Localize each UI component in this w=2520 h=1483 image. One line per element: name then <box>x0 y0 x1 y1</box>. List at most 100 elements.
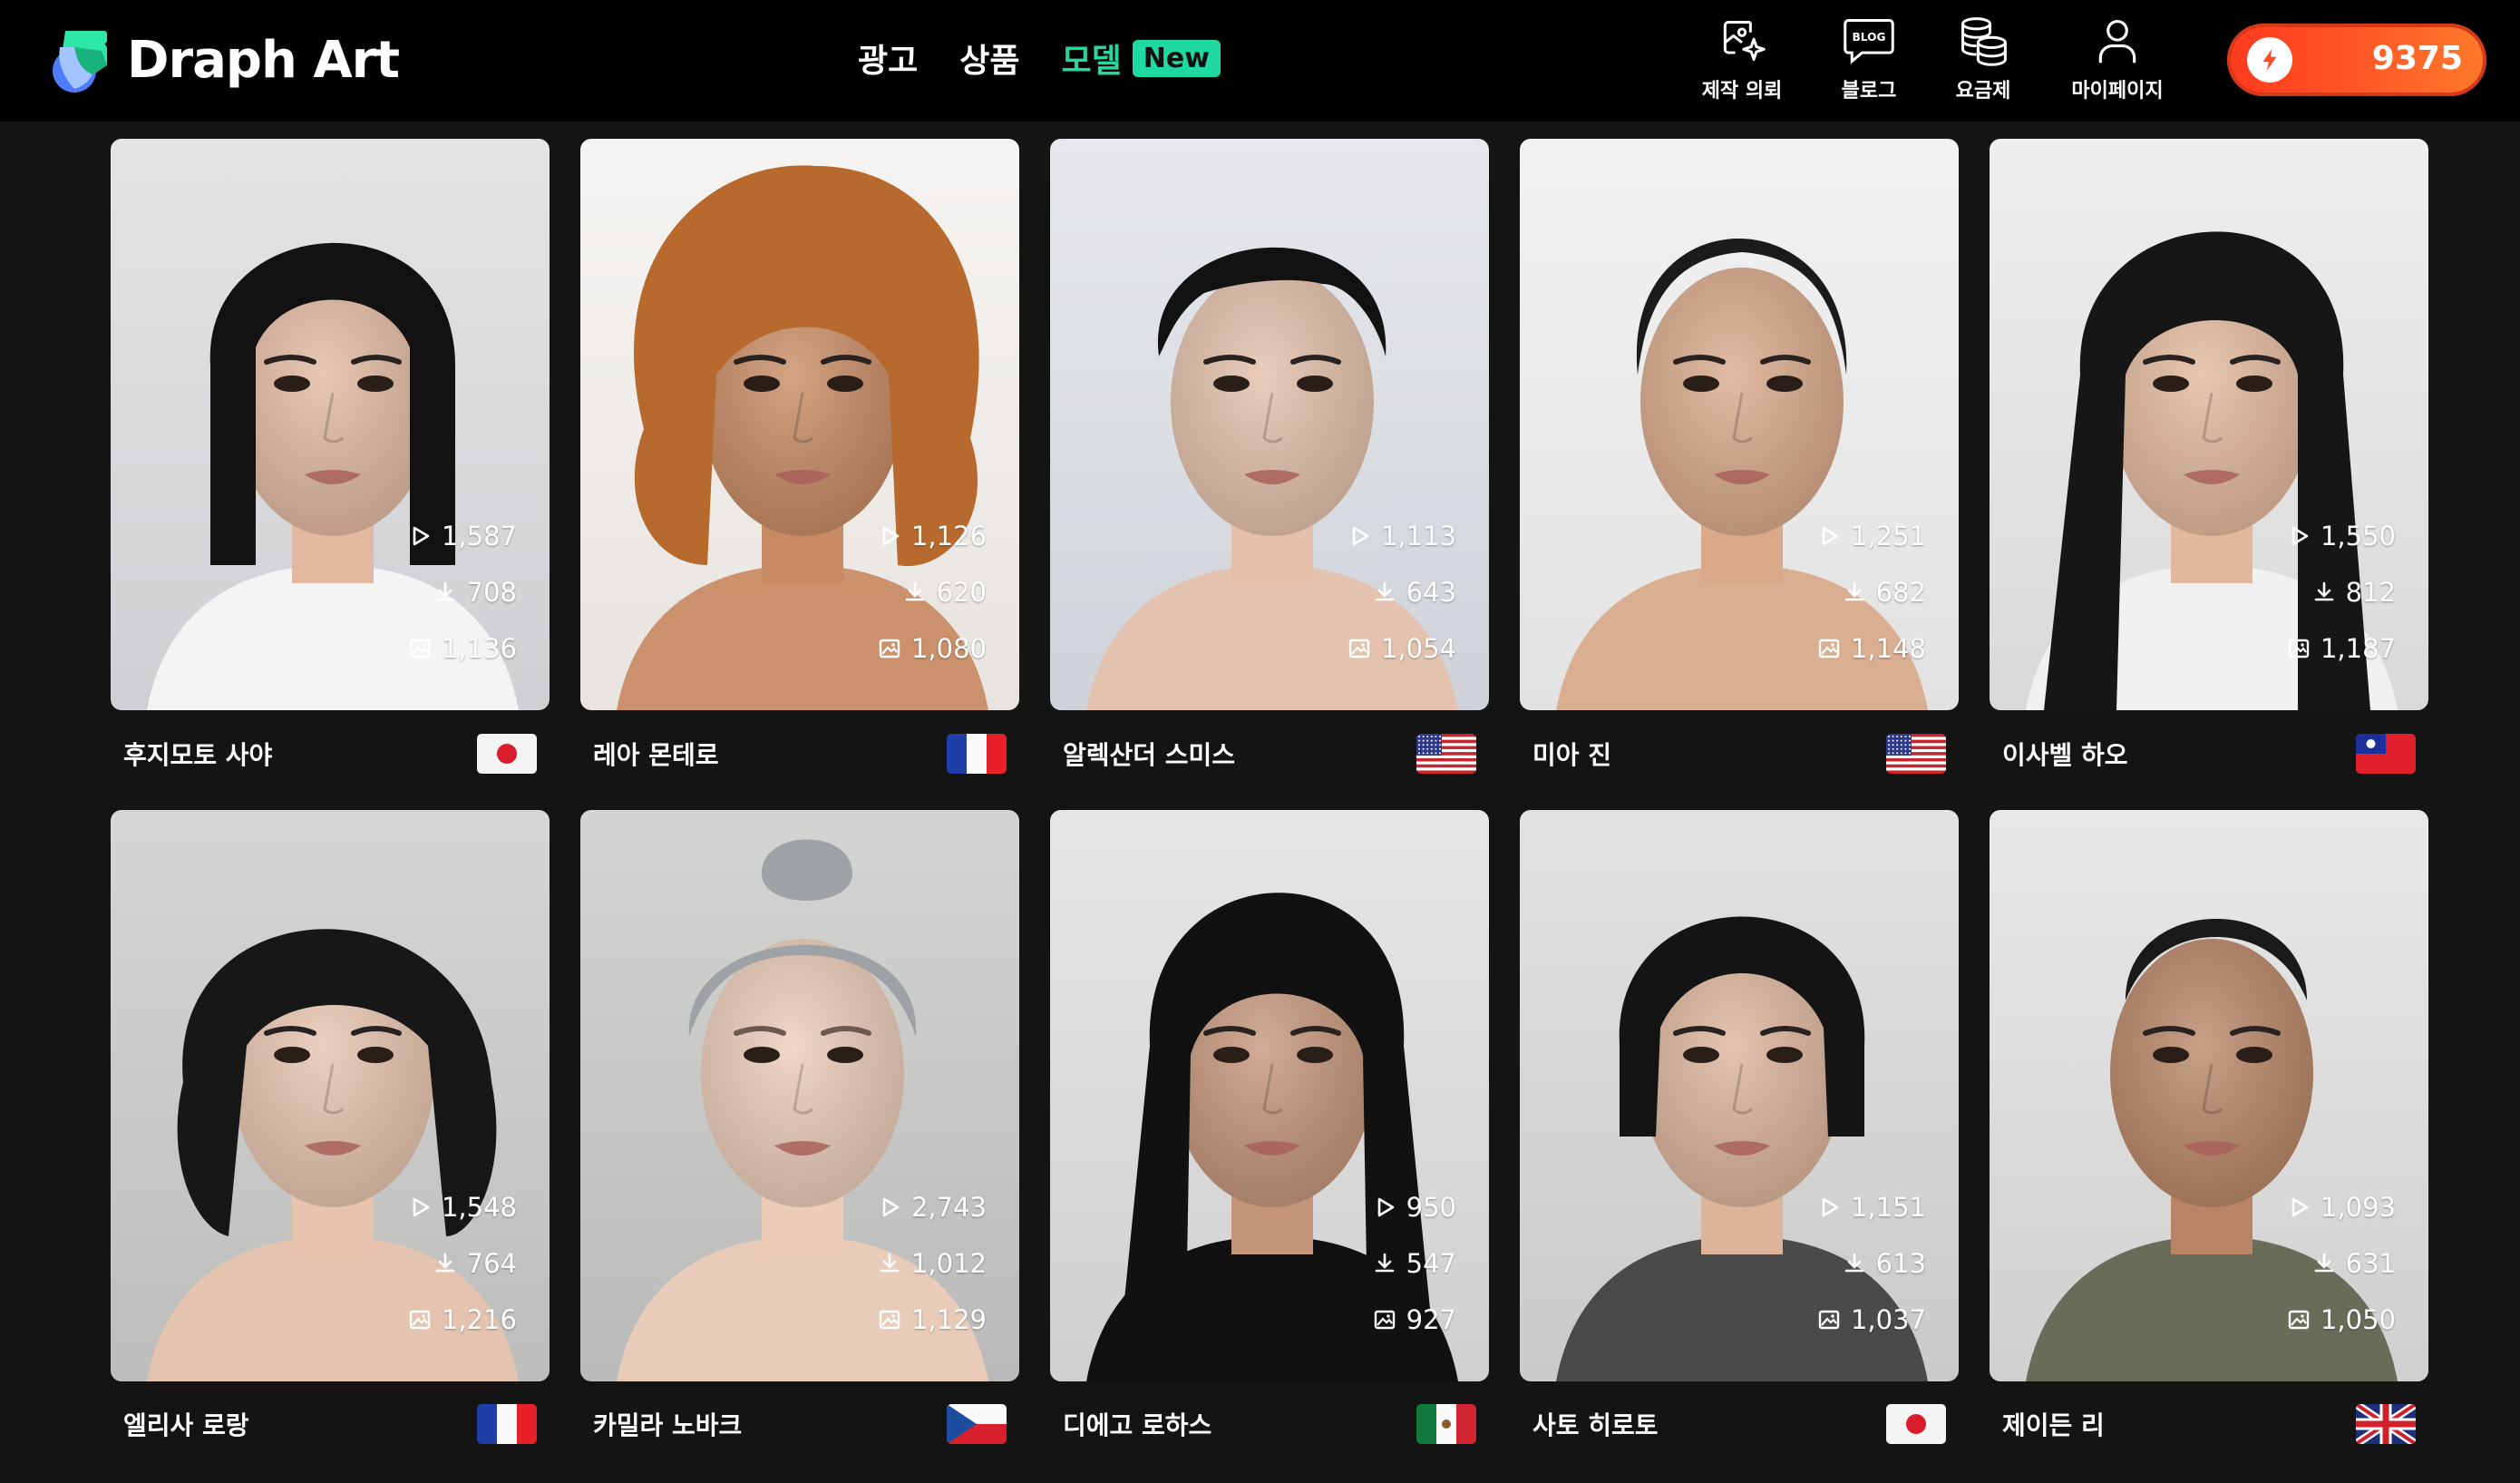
images-stat: 1,054 <box>1347 632 1456 665</box>
download-icon <box>902 580 928 605</box>
model-card[interactable]: 1,550 812 1,187 <box>1990 139 2428 710</box>
model-stats: 1,550 812 1,187 <box>2251 520 2396 665</box>
nav-ads[interactable]: 광고 <box>858 34 918 82</box>
model-stats: 1,251 682 1,148 <box>1781 520 1926 665</box>
pricing-label: 요금제 <box>1955 80 2011 102</box>
image-icon <box>407 636 433 661</box>
model-caption[interactable]: 이사벨 하오 <box>1990 728 2428 779</box>
image-icon <box>877 636 902 661</box>
plays-stat: 1,550 <box>2286 520 2396 552</box>
user-icon <box>2090 13 2145 69</box>
model-card[interactable]: 1,126 620 1,080 <box>580 139 1019 710</box>
blog-button[interactable]: BLOG 블로그 <box>1810 13 1928 109</box>
pricing-button[interactable]: 요금제 <box>1924 13 2042 109</box>
usa-flag-icon <box>1886 734 1946 774</box>
play-icon <box>877 1195 902 1220</box>
plays-stat: 1,151 <box>1816 1191 1926 1224</box>
new-badge: New <box>1132 39 1221 77</box>
model-name: 엘리사 로랑 <box>123 1410 249 1440</box>
downloads-stat: 643 <box>1372 576 1456 609</box>
brand-name: Draph Art <box>127 30 400 90</box>
images-stat: 927 <box>1372 1303 1456 1336</box>
model-card[interactable]: 1,093 631 1,050 <box>1990 810 2428 1381</box>
images-count: 1,216 <box>441 1304 517 1335</box>
image-icon <box>2286 1307 2311 1332</box>
download-icon <box>1842 580 1867 605</box>
image-icon <box>407 1307 433 1332</box>
model-card[interactable]: 1,587 708 1,136 <box>111 139 550 710</box>
model-card[interactable]: 950 547 927 <box>1050 810 1489 1381</box>
model-caption[interactable]: 사토 히로토 <box>1520 1399 1959 1449</box>
model-card[interactable]: 1,251 682 1,148 <box>1520 139 1959 710</box>
model-caption[interactable]: 알렉산더 스미스 <box>1050 728 1489 779</box>
model-name: 레아 몬테로 <box>593 740 719 770</box>
model-stats: 1,113 643 1,054 <box>1311 520 1456 665</box>
image-icon <box>1816 636 1842 661</box>
plays-count: 1,126 <box>910 521 987 551</box>
images-stat: 1,187 <box>2286 632 2396 665</box>
model-stats: 950 547 927 <box>1311 1191 1456 1336</box>
model-caption[interactable]: 후지모토 사야 <box>111 728 550 779</box>
downloads-count: 812 <box>2345 577 2396 608</box>
downloads-count: 708 <box>466 577 517 608</box>
image-icon <box>877 1307 902 1332</box>
images-stat: 1,129 <box>877 1303 987 1336</box>
play-icon <box>407 523 433 549</box>
plays-stat: 1,113 <box>1347 520 1456 552</box>
blog-label: 블로그 <box>1841 80 1897 102</box>
plays-stat: 1,587 <box>407 520 517 552</box>
request-production-button[interactable]: 제작 의뢰 <box>1683 13 1801 109</box>
mypage-button[interactable]: 마이페이지 <box>2058 13 2176 109</box>
model-caption[interactable]: 제이든 리 <box>1990 1399 2428 1449</box>
download-icon <box>1372 580 1397 605</box>
japan-flag-icon <box>477 734 537 774</box>
image-icon <box>1816 1307 1842 1332</box>
coins-icon <box>1956 13 2010 69</box>
model-stats: 1,151 613 1,037 <box>1781 1191 1926 1336</box>
model-caption[interactable]: 디에고 로하스 <box>1050 1399 1489 1449</box>
model-card[interactable]: 1,113 643 1,054 <box>1050 139 1489 710</box>
model-card[interactable]: 2,743 1,012 1,129 <box>580 810 1019 1381</box>
nav-models[interactable]: 모델 New <box>1062 34 1221 82</box>
model-caption[interactable]: 엘리사 로랑 <box>111 1399 550 1449</box>
play-icon <box>877 523 902 549</box>
credit-balance-button[interactable]: 9375 <box>2227 24 2486 96</box>
model-caption[interactable]: 미아 진 <box>1520 728 1959 779</box>
model-card[interactable]: 1,151 613 1,037 <box>1520 810 1959 1381</box>
model-caption[interactable]: 레아 몬테로 <box>580 728 1019 779</box>
image-icon <box>1372 1307 1397 1332</box>
plays-stat: 2,743 <box>877 1191 987 1224</box>
model-stats: 1,126 620 1,080 <box>842 520 987 665</box>
model-name: 이사벨 하오 <box>2002 740 2128 770</box>
images-count: 1,148 <box>1850 633 1926 664</box>
downloads-stat: 708 <box>433 576 517 609</box>
plays-count: 1,550 <box>2320 521 2396 551</box>
plays-count: 950 <box>1406 1192 1456 1223</box>
plays-count: 1,548 <box>441 1192 517 1223</box>
nav-products[interactable]: 상품 <box>959 34 1019 82</box>
nav-models-label: 모델 <box>1061 43 1122 80</box>
france-flag-icon <box>477 1404 537 1444</box>
download-icon <box>433 1251 458 1276</box>
downloads-stat: 547 <box>1372 1247 1456 1280</box>
downloads-stat: 1,012 <box>877 1247 987 1280</box>
top-navigation-bar: Draph Art 광고 상품 모델 New 제작 의뢰 BLOG 블로그 요금… <box>0 0 2520 122</box>
downloads-stat: 631 <box>2311 1247 2396 1280</box>
model-caption[interactable]: 카밀라 노바크 <box>580 1399 1019 1449</box>
download-icon <box>2311 580 2337 605</box>
plays-count: 1,151 <box>1850 1192 1926 1223</box>
plays-stat: 1,126 <box>877 520 987 552</box>
images-count: 1,129 <box>910 1304 987 1335</box>
model-name: 사토 히로토 <box>1532 1410 1659 1440</box>
brand-logo[interactable]: Draph Art <box>47 25 400 94</box>
images-stat: 1,136 <box>407 632 517 665</box>
main-nav: 광고 상품 모델 New <box>858 33 1221 83</box>
plays-stat: 1,251 <box>1816 520 1926 552</box>
images-count: 1,050 <box>2320 1304 2396 1335</box>
request-label: 제작 의뢰 <box>1701 80 1783 102</box>
downloads-count: 620 <box>936 577 987 608</box>
uk-flag-icon <box>2356 1404 2416 1444</box>
download-icon <box>877 1251 902 1276</box>
model-card[interactable]: 1,548 764 1,216 <box>111 810 550 1381</box>
model-name: 제이든 리 <box>2002 1410 2105 1440</box>
